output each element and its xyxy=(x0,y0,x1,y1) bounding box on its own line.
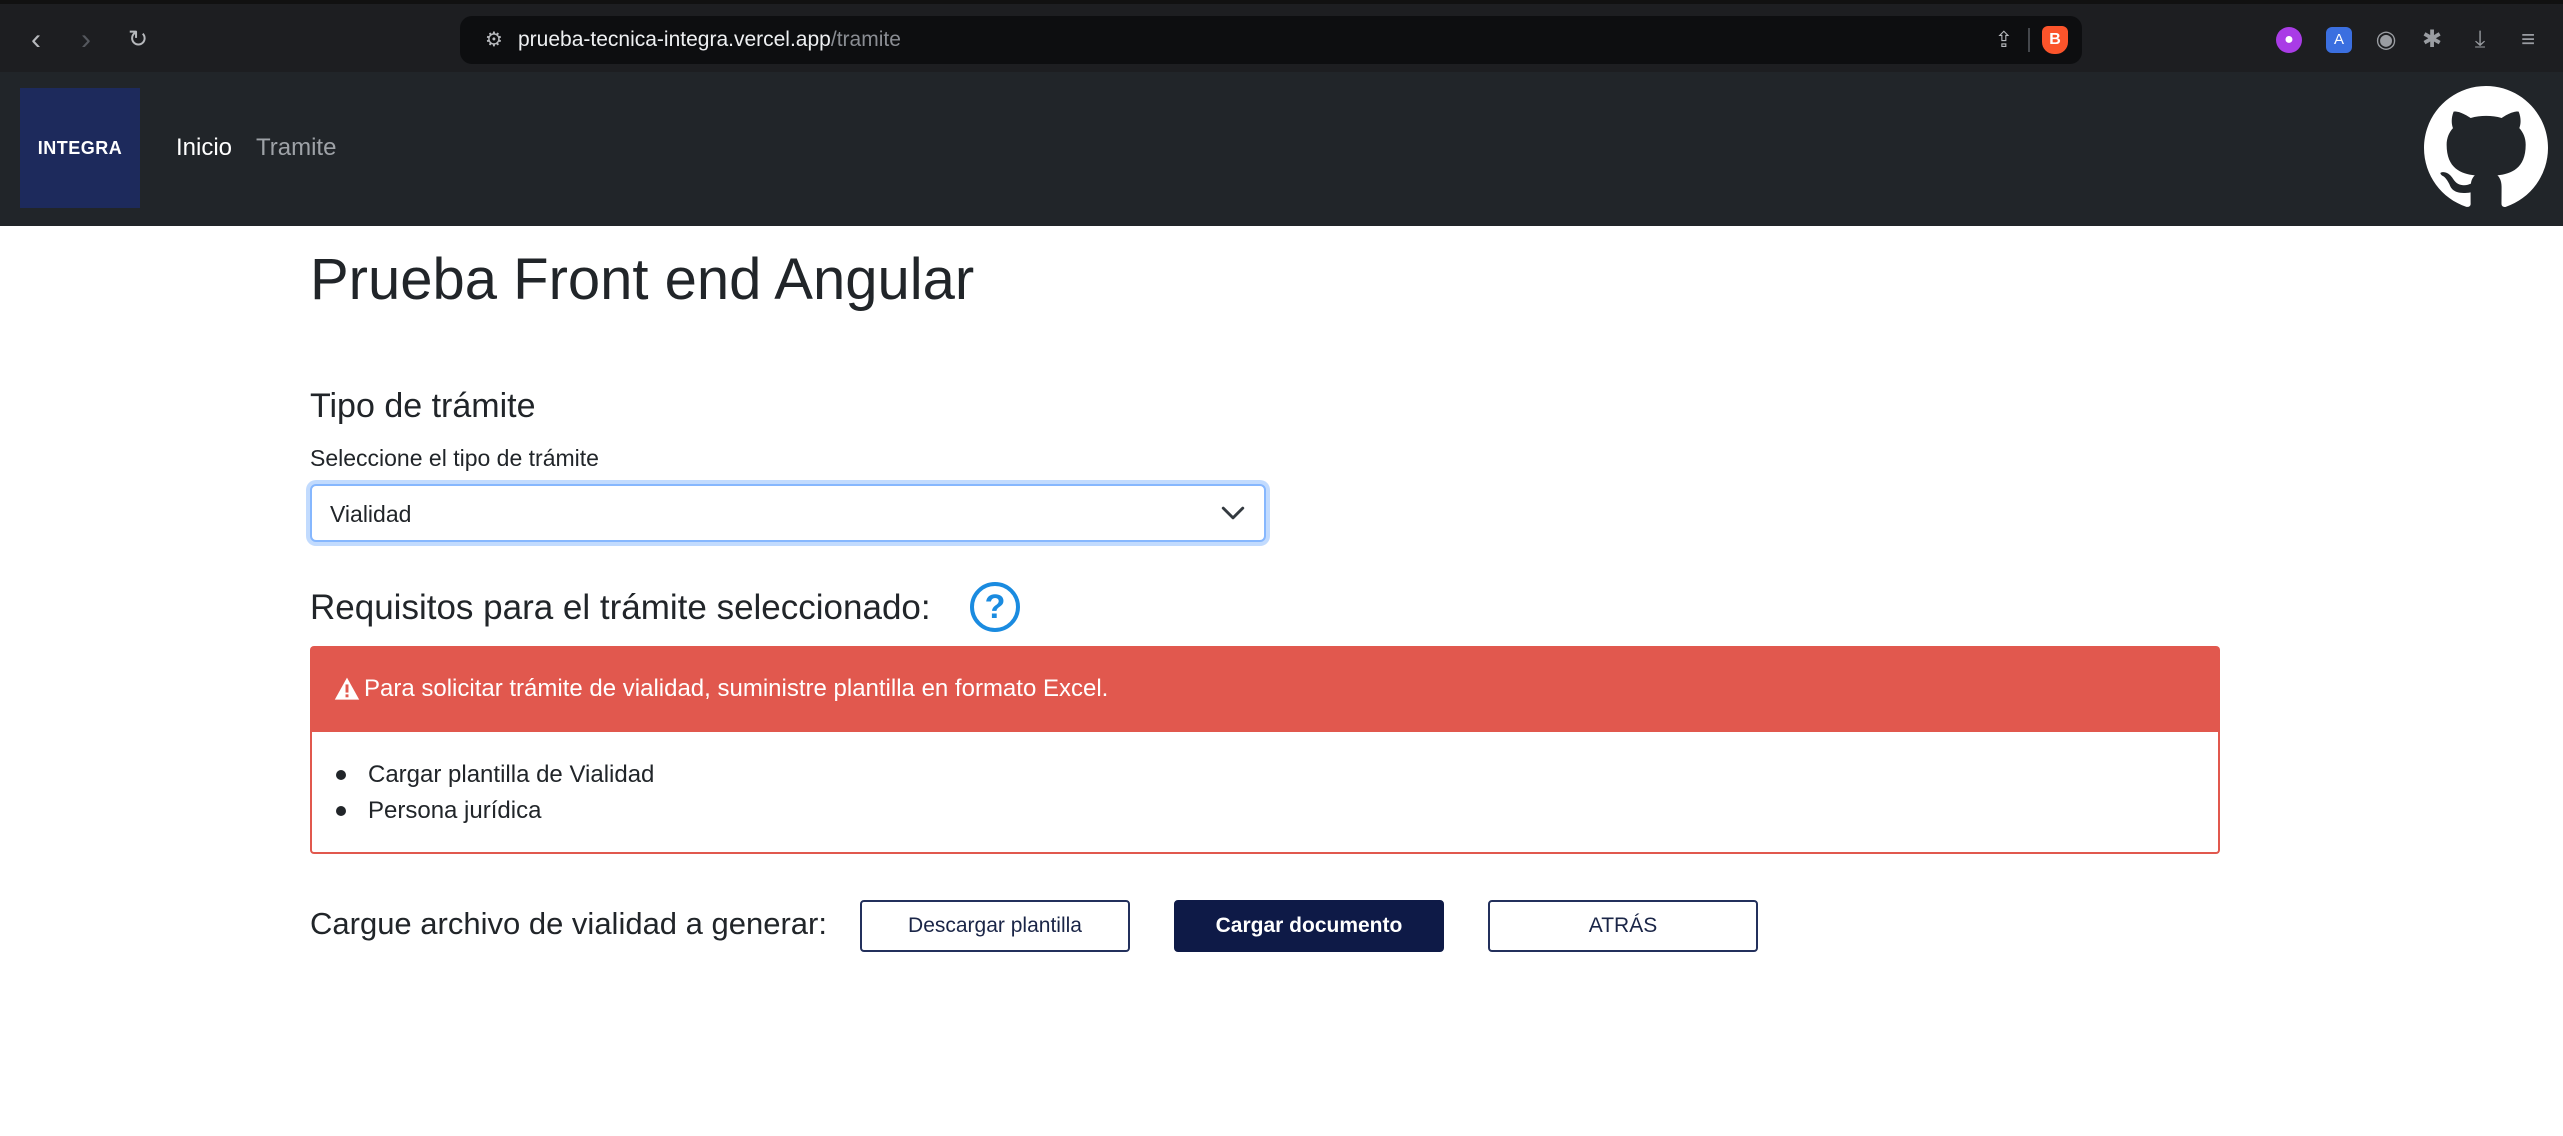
logo-text: INTEGRA xyxy=(37,138,123,158)
translate-icon[interactable]: A xyxy=(2326,27,2352,53)
page-title: Prueba Front end Angular xyxy=(310,247,975,312)
requirements-list: Cargar plantilla de Vialidad Persona jur… xyxy=(310,732,2220,854)
app-navbar: INTEGRA Inicio Tramite xyxy=(0,72,2563,226)
site-info-icon[interactable]: ⚙ xyxy=(482,28,506,52)
address-bar[interactable]: ⚙ prueba-tecnica-integra.vercel.app/tram… xyxy=(460,16,2082,64)
warning-icon xyxy=(334,677,360,700)
bullet-icon xyxy=(336,770,346,780)
chevron-down-icon xyxy=(1221,506,1245,520)
bullet-icon xyxy=(336,806,346,816)
address-bar-divider xyxy=(2028,28,2030,52)
back-button[interactable]: ATRÁS xyxy=(1488,900,1758,952)
menu-icon[interactable]: ≡ xyxy=(2512,24,2544,56)
extension-icon[interactable]: ● xyxy=(2276,27,2302,53)
requirements-title: Requisitos para el trámite seleccionado: xyxy=(310,588,931,627)
url-path: /tramite xyxy=(830,28,901,51)
tramite-type-select[interactable]: Vialidad xyxy=(310,484,1266,542)
nav-link-inicio[interactable]: Inicio xyxy=(176,132,232,164)
section-title: Tipo de trámite xyxy=(310,387,536,425)
help-icon[interactable]: ? xyxy=(970,582,1020,632)
forward-icon[interactable]: › xyxy=(68,22,104,58)
download-template-button[interactable]: Descargar plantilla xyxy=(860,900,1130,952)
list-item: Cargar plantilla de Vialidad xyxy=(368,761,655,788)
select-label: Seleccione el tipo de trámite xyxy=(310,445,599,471)
robot-icon[interactable]: ◉ xyxy=(2370,24,2402,56)
requirements-alert: Para solicitar trámite de vialidad, sumi… xyxy=(310,646,2220,732)
puzzle-icon[interactable]: ✱ xyxy=(2416,24,2448,56)
upload-label: Cargue archivo de vialidad a generar: xyxy=(310,906,827,941)
brave-shields-icon[interactable]: B xyxy=(2042,26,2068,54)
alert-text: Para solicitar trámite de vialidad, sumi… xyxy=(364,675,1109,702)
url-host: prueba-tecnica-integra.vercel.app xyxy=(518,28,831,51)
reload-icon[interactable]: ↻ xyxy=(120,22,156,58)
upload-document-button[interactable]: Cargar documento xyxy=(1174,900,1444,952)
back-icon[interactable]: ‹ xyxy=(18,22,54,58)
browser-toolbar: ‹ › ↻ ⚙ prueba-tecnica-integra.vercel.ap… xyxy=(0,0,2563,72)
select-value: Vialidad xyxy=(330,501,412,527)
github-icon[interactable] xyxy=(2424,86,2548,210)
url-text[interactable]: prueba-tecnica-integra.vercel.app/tramit… xyxy=(518,28,901,52)
share-icon[interactable]: ⇪ xyxy=(1990,28,2018,52)
nav-link-tramite[interactable]: Tramite xyxy=(256,132,336,164)
download-icon[interactable]: ⤓ xyxy=(2464,24,2496,56)
integra-logo[interactable]: INTEGRA xyxy=(20,88,140,208)
list-item: Persona jurídica xyxy=(368,797,542,824)
